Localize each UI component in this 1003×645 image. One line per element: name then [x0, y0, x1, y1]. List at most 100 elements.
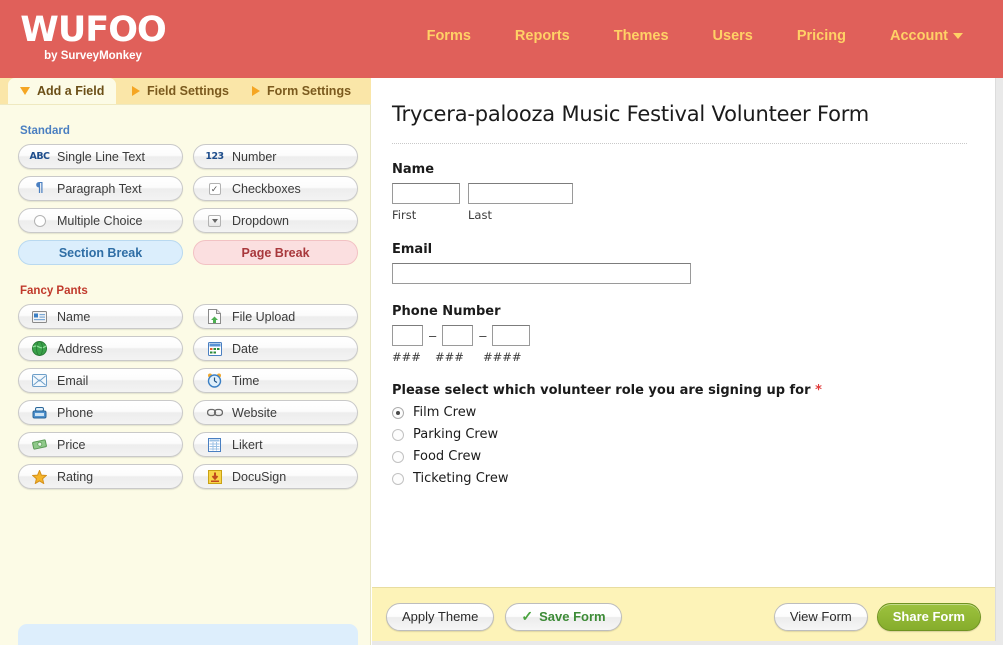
- field-button-section-break[interactable]: Section Break: [18, 240, 183, 265]
- nav-item-themes[interactable]: Themes: [592, 28, 691, 44]
- form-field-email[interactable]: Email: [392, 242, 967, 284]
- payment-integration-panel: Payment Integration Enable payments to c…: [18, 624, 358, 645]
- volunteer-role-label-text: Please select which volunteer role you a…: [392, 383, 811, 398]
- tab-field-settings[interactable]: Field Settings: [120, 78, 241, 104]
- form-field-name[interactable]: Name First Last: [392, 162, 967, 222]
- radio-icon-unselected[interactable]: [392, 473, 404, 485]
- envelope-icon: [31, 372, 48, 389]
- radio-label-film-crew: Film Crew: [413, 405, 476, 420]
- form-label-name: Name: [392, 162, 967, 177]
- share-form-button[interactable]: Share Form: [877, 603, 981, 631]
- form-label-volunteer-role: Please select which volunteer role you a…: [392, 383, 967, 398]
- radio-icon-selected[interactable]: [392, 407, 404, 419]
- radio-label-parking-crew: Parking Crew: [413, 427, 498, 442]
- phone-separator-1: –: [423, 328, 442, 343]
- view-form-button[interactable]: View Form: [774, 603, 868, 631]
- field-label-multiple-choice: Multiple Choice: [57, 214, 142, 228]
- form-title[interactable]: Trycera-palooza Music Festival Volunteer…: [392, 102, 967, 126]
- page-scrollbar[interactable]: [995, 78, 1003, 645]
- save-form-label: Save Form: [539, 609, 605, 624]
- main-nav: Forms Reports Themes Users Pricing Accou…: [405, 28, 985, 44]
- tab-form-settings[interactable]: Form Settings: [240, 78, 363, 104]
- phone-part2-hint: ###: [435, 350, 483, 364]
- field-button-checkboxes[interactable]: ✓ Checkboxes: [193, 176, 358, 201]
- field-button-docusign[interactable]: DocuSign: [193, 464, 358, 489]
- wufoo-form-builder: WUFOO by SurveyMonkey Forms Reports Them…: [0, 0, 1003, 645]
- nav-item-users[interactable]: Users: [691, 28, 775, 44]
- contact-card-icon: [31, 308, 48, 325]
- nav-item-pricing[interactable]: Pricing: [775, 28, 868, 44]
- save-form-button[interactable]: ✓ Save Form: [505, 603, 621, 631]
- email-input[interactable]: [392, 263, 691, 284]
- field-label-rating: Rating: [57, 470, 93, 484]
- phone-part1-input[interactable]: [392, 325, 423, 346]
- name-first-sublabel: First: [392, 208, 468, 222]
- tab-add-a-field[interactable]: Add a Field: [8, 78, 116, 104]
- standard-field-grid: ABC Single Line Text 123 Number ¶ Paragr…: [0, 144, 370, 265]
- field-label-docusign: DocuSign: [232, 470, 286, 484]
- radio-icon: [31, 212, 48, 229]
- tab-label-field-settings: Field Settings: [147, 84, 229, 98]
- field-button-address[interactable]: Address: [18, 336, 183, 361]
- name-last-sublabel: Last: [468, 208, 492, 222]
- nav-item-forms[interactable]: Forms: [405, 28, 493, 44]
- form-field-volunteer-role[interactable]: Please select which volunteer role you a…: [392, 383, 967, 486]
- field-button-number[interactable]: 123 Number: [193, 144, 358, 169]
- field-button-rating[interactable]: Rating: [18, 464, 183, 489]
- nav-item-reports[interactable]: Reports: [493, 28, 592, 44]
- field-label-time: Time: [232, 374, 259, 388]
- field-button-name[interactable]: Name: [18, 304, 183, 329]
- field-button-price[interactable]: Price: [18, 432, 183, 457]
- phone-part2-input[interactable]: [442, 325, 473, 346]
- nav-label-users: Users: [713, 28, 753, 44]
- field-button-multiple-choice[interactable]: Multiple Choice: [18, 208, 183, 233]
- field-button-website[interactable]: Website: [193, 400, 358, 425]
- field-button-file-upload[interactable]: File Upload: [193, 304, 358, 329]
- phone-part1-hint: ###: [392, 350, 435, 364]
- link-icon: [206, 404, 223, 421]
- field-button-page-break[interactable]: Page Break: [193, 240, 358, 265]
- radio-icon-unselected[interactable]: [392, 429, 404, 441]
- field-label-address: Address: [57, 342, 103, 356]
- triangle-right-icon: [252, 86, 260, 96]
- form-label-email: Email: [392, 242, 967, 257]
- field-label-phone: Phone: [57, 406, 93, 420]
- calendar-icon: [206, 340, 223, 357]
- field-label-name: Name: [57, 310, 90, 324]
- radio-option-ticketing-crew[interactable]: Ticketing Crew: [392, 471, 967, 486]
- name-first-input[interactable]: [392, 183, 460, 204]
- field-button-single-line-text[interactable]: ABC Single Line Text: [18, 144, 183, 169]
- grid-icon: [206, 436, 223, 453]
- field-button-date[interactable]: Date: [193, 336, 358, 361]
- field-label-date: Date: [232, 342, 258, 356]
- field-button-dropdown[interactable]: Dropdown: [193, 208, 358, 233]
- required-marker: *: [815, 383, 822, 398]
- field-button-phone[interactable]: Phone: [18, 400, 183, 425]
- radio-option-food-crew[interactable]: Food Crew: [392, 449, 967, 464]
- radio-label-food-crew: Food Crew: [413, 449, 481, 464]
- wufoo-logo[interactable]: WUFOO by SurveyMonkey: [18, 11, 168, 69]
- tab-label-form-settings: Form Settings: [267, 84, 351, 98]
- radio-option-parking-crew[interactable]: Parking Crew: [392, 427, 967, 442]
- field-button-likert[interactable]: Likert: [193, 432, 358, 457]
- radio-option-film-crew[interactable]: Film Crew: [392, 405, 967, 420]
- phone-part3-input[interactable]: [492, 325, 530, 346]
- clock-icon: [206, 372, 223, 389]
- apply-theme-button[interactable]: Apply Theme: [386, 603, 494, 631]
- triangle-down-icon: [20, 87, 30, 95]
- nav-item-account[interactable]: Account: [868, 28, 985, 44]
- field-button-time[interactable]: Time: [193, 368, 358, 393]
- field-label-page-break: Page Break: [241, 246, 309, 260]
- dropdown-icon: [206, 212, 223, 229]
- checkbox-icon: ✓: [206, 180, 223, 197]
- check-icon: ✓: [521, 608, 533, 625]
- fancy-pants-section-title: Fancy Pants: [20, 285, 370, 297]
- field-button-paragraph-text[interactable]: ¶ Paragraph Text: [18, 176, 183, 201]
- radio-icon-unselected[interactable]: [392, 451, 404, 463]
- chevron-down-icon: [953, 33, 963, 39]
- name-last-input[interactable]: [468, 183, 573, 204]
- 123-icon: 123: [206, 148, 223, 165]
- form-field-phone[interactable]: Phone Number – – ### ### ####: [392, 304, 967, 364]
- field-button-email[interactable]: Email: [18, 368, 183, 393]
- share-form-label: Share Form: [893, 609, 965, 624]
